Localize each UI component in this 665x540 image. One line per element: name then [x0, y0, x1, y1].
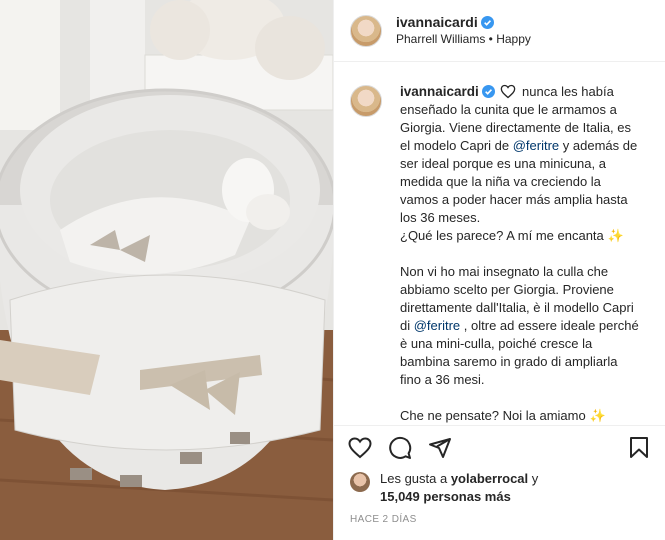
- share-icon[interactable]: [428, 436, 452, 460]
- caption-it-question: Che ne pensate? Noi la amiamo: [400, 408, 586, 423]
- caption-area: ivannaicardi nunca les había enseñado la…: [334, 63, 665, 425]
- post-photo[interactable]: [0, 0, 333, 540]
- likes-prefix: Les gusta a: [380, 471, 451, 486]
- heart-emoji-icon: [501, 84, 516, 99]
- author-username[interactable]: ivannaicardi: [396, 14, 478, 30]
- crib-photo-illustration: [0, 0, 333, 540]
- sparkles-emoji-icon: ✨: [607, 228, 624, 243]
- post-header: ivannaicardi Pharrell Williams • Happy: [334, 0, 665, 62]
- caption-es-question: ¿Qué les parece? A mí me encanta: [400, 228, 604, 243]
- heart-icon[interactable]: [348, 436, 372, 460]
- likes-count[interactable]: 15,049 personas más: [380, 489, 511, 504]
- likes-suffix: y: [528, 471, 539, 486]
- post-timestamp[interactable]: HACE 2 DÍAS: [350, 514, 417, 525]
- caption-avatar[interactable]: [350, 85, 382, 117]
- comment-icon[interactable]: [388, 436, 412, 460]
- mention-link-it[interactable]: @feritre: [414, 318, 460, 333]
- caption-text: ivannaicardi nunca les había enseñado la…: [400, 83, 640, 425]
- author-avatar[interactable]: [350, 14, 382, 47]
- liker-username[interactable]: yolaberrocal: [451, 471, 528, 486]
- post-details-panel: ivannaicardi Pharrell Williams • Happy i…: [333, 0, 665, 540]
- verified-badge-icon: [480, 15, 494, 29]
- liker-avatar[interactable]: [350, 472, 370, 492]
- bookmark-icon[interactable]: [627, 436, 651, 460]
- caption-row: ivannaicardi nunca les había enseñado la…: [350, 83, 649, 425]
- author-info: ivannaicardi Pharrell Williams • Happy: [396, 14, 531, 48]
- likes-text: Les gusta a yolaberrocal y 15,049 person…: [380, 470, 538, 506]
- caption-username[interactable]: ivannaicardi: [400, 84, 479, 99]
- likes-summary: Les gusta a yolaberrocal y 15,049 person…: [350, 470, 655, 506]
- mention-link-es[interactable]: @feritre: [513, 138, 559, 153]
- action-bar: [334, 425, 665, 469]
- music-label[interactable]: Pharrell Williams • Happy: [396, 31, 531, 48]
- verified-badge-icon: [481, 85, 495, 98]
- sparkles-emoji-icon: ✨: [589, 408, 606, 423]
